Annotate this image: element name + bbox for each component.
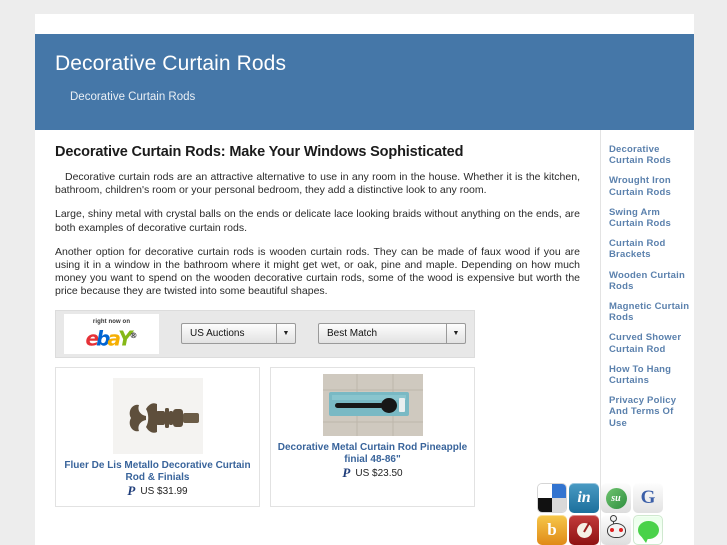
- bebo-icon[interactable]: b: [537, 515, 567, 545]
- sidebar-item-wrought-iron-curtain-rods[interactable]: Wrought Iron Curtain Rods: [609, 175, 694, 197]
- sidebar-item-curtain-rod-brackets[interactable]: Curtain Rod Brackets: [609, 238, 694, 260]
- ebay-letter-y: Y: [117, 326, 133, 351]
- sidebar-item-decorative-curtain-rods[interactable]: Decorative Curtain Rods: [609, 144, 694, 166]
- mixx-dial: [576, 522, 592, 538]
- product-price-row: P US $23.50: [271, 465, 474, 481]
- linkedin-icon[interactable]: in: [569, 483, 599, 513]
- site-header-banner: Decorative Curtain Rods Decorative Curta…: [35, 34, 694, 130]
- product-price-row: P US $31.99: [56, 483, 259, 499]
- ebay-logo-tagline: right now on: [92, 318, 131, 325]
- article-paragraph: Decorative curtain rods are an attractiv…: [55, 171, 580, 197]
- site-tagline: Decorative Curtain Rods: [70, 91, 196, 103]
- ebay-letter-e: e: [85, 326, 99, 351]
- product-list: Fluer De Lis Metallo Decorative Curtain …: [55, 366, 580, 507]
- product-price: US $31.99: [140, 485, 188, 497]
- main-content-column: Decorative Curtain Rods: Make Your Windo…: [35, 130, 600, 545]
- ebay-listings-widget: right now on ebaY® US Auctions ▼ Best Ma…: [55, 309, 475, 358]
- comment-bubble-icon[interactable]: [633, 515, 663, 545]
- delicious-square-2: [552, 484, 566, 498]
- sidebar-item-magnetic-curtain-rods[interactable]: Magnetic Curtain Rods: [609, 301, 694, 323]
- delicious-square-4: [552, 498, 566, 512]
- chevron-down-icon[interactable]: ▼: [446, 324, 465, 344]
- ebay-logo: right now on ebaY®: [64, 313, 159, 354]
- sidebar-item-swing-arm-curtain-rods[interactable]: Swing Arm Curtain Rods: [609, 207, 694, 229]
- product-image: [112, 377, 203, 454]
- article-paragraph: Another option for decorative curtain ro…: [55, 245, 580, 298]
- social-share-icons: in su G b: [537, 483, 665, 545]
- google-icon[interactable]: G: [633, 483, 663, 513]
- paypal-icon: P: [127, 483, 136, 499]
- auction-region-select[interactable]: US Auctions ▼: [181, 323, 296, 345]
- reddit-eye-left: [609, 527, 614, 532]
- delicious-icon[interactable]: [537, 483, 567, 513]
- page-body: Decorative Curtain Rods: Make Your Windo…: [35, 130, 694, 545]
- reddit-icon[interactable]: [601, 515, 631, 545]
- product-card[interactable]: Decorative Metal Curtain Rod Pineapple f…: [270, 366, 475, 507]
- article-paragraph: Large, shiny metal with crystal balls on…: [55, 208, 580, 234]
- stumbleupon-icon[interactable]: su: [601, 483, 631, 513]
- product-title[interactable]: Decorative Metal Curtain Rod Pineapple f…: [277, 442, 468, 466]
- sidebar-item-privacy-policy[interactable]: Privacy Policy And Terms Of Use: [609, 395, 694, 429]
- product-card[interactable]: Fluer De Lis Metallo Decorative Curtain …: [55, 366, 260, 507]
- sidebar-item-curved-shower-curtain-rod[interactable]: Curved Shower Curtain Rod: [609, 332, 694, 354]
- paypal-icon: P: [342, 465, 351, 481]
- ebay-wordmark: ebaY®: [85, 326, 138, 351]
- sidebar-item-how-to-hang-curtains[interactable]: How To Hang Curtains: [609, 364, 694, 386]
- stumbleupon-glyph: su: [605, 487, 627, 509]
- mixx-icon[interactable]: [569, 515, 599, 545]
- page-container: Decorative Curtain Rods Decorative Curta…: [35, 14, 694, 545]
- product-price: US $23.50: [355, 467, 403, 479]
- product-image: [322, 373, 423, 436]
- sort-order-value: Best Match: [327, 328, 378, 340]
- sidebar: Decorative Curtain Rods Wrought Iron Cur…: [537, 130, 694, 545]
- product-title[interactable]: Fluer De Lis Metallo Decorative Curtain …: [62, 460, 253, 484]
- ebay-trademark: ®: [129, 330, 138, 340]
- ebay-letter-a: a: [107, 326, 120, 351]
- delicious-square-1: [538, 484, 552, 498]
- comment-bubble-shape: [637, 521, 659, 543]
- chevron-down-icon[interactable]: ▼: [276, 324, 295, 344]
- page-top-spacer: [35, 14, 694, 34]
- page-title: Decorative Curtain Rods: Make Your Windo…: [55, 144, 464, 160]
- site-title: Decorative Curtain Rods: [55, 52, 287, 75]
- reddit-alien-head: [606, 515, 626, 538]
- auction-region-value: US Auctions: [190, 328, 245, 340]
- delicious-square-3: [538, 498, 552, 512]
- ebay-letter-b: b: [96, 326, 110, 351]
- sidebar-item-wooden-curtain-rods[interactable]: Wooden Curtain Rods: [609, 270, 694, 292]
- sort-order-select[interactable]: Best Match ▼: [318, 323, 466, 345]
- reddit-eye-right: [618, 527, 623, 532]
